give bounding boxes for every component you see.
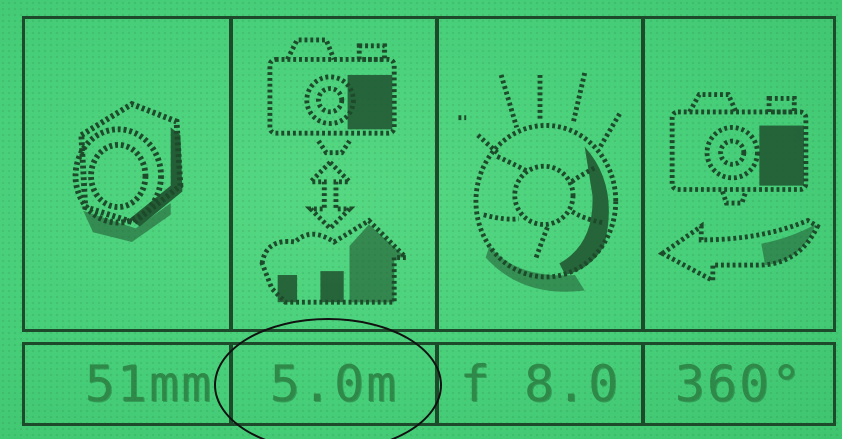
- value-text: 5.0m: [269, 355, 399, 413]
- value-rotation[interactable]: 360°: [642, 342, 836, 426]
- panel-rotation[interactable]: [642, 16, 836, 332]
- panel-focal-length[interactable]: [22, 16, 232, 332]
- value-focus-distance[interactable]: 5.0m: [230, 342, 438, 426]
- lens-icon: [72, 100, 184, 242]
- panel-focus-distance[interactable]: [230, 16, 438, 332]
- value-focal-length[interactable]: 51mm: [22, 342, 232, 426]
- focus-distance-icon: [259, 37, 412, 305]
- aperture-icon: [458, 72, 622, 292]
- panel-aperture[interactable]: [436, 16, 644, 332]
- value-aperture[interactable]: f 8.0: [436, 342, 644, 426]
- value-text: 51mm: [84, 355, 214, 413]
- lcd-screen: 51mm 5.0m f 8.0 360°: [0, 0, 842, 439]
- value-text: f 8.0: [459, 355, 621, 413]
- value-text: 360°: [674, 355, 804, 413]
- rotate-camera-icon: [657, 92, 821, 285]
